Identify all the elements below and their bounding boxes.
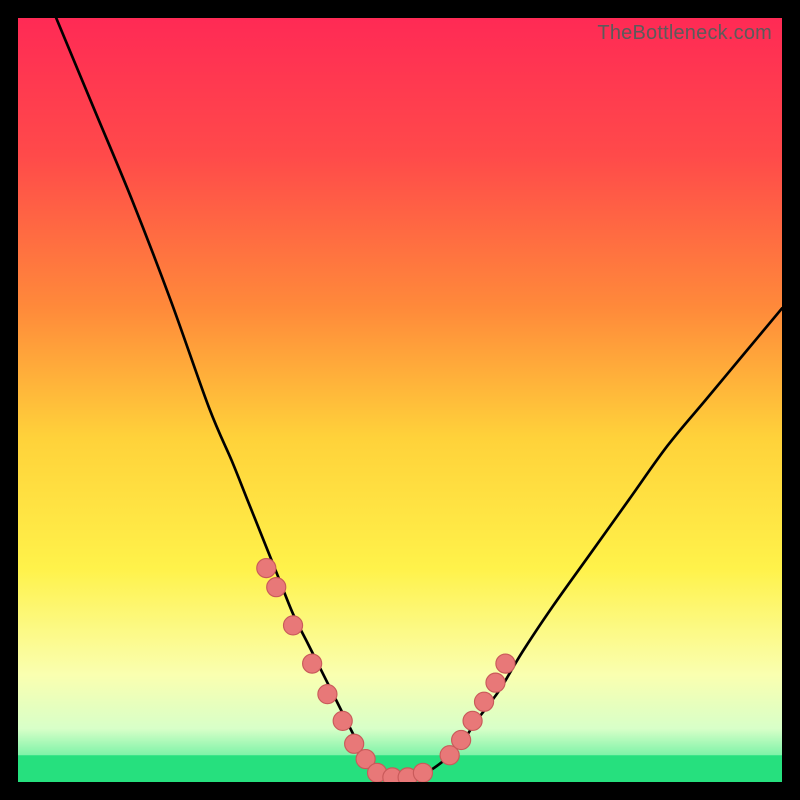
plot-area: [18, 18, 782, 782]
marker-dot: [474, 692, 493, 711]
chart-frame: TheBottleneck.com: [0, 0, 800, 800]
curve-layer: [18, 18, 782, 782]
watermark-text: TheBottleneck.com: [597, 22, 772, 45]
marker-dot: [452, 730, 471, 749]
marker-dot: [257, 559, 276, 578]
marker-dot: [303, 654, 322, 673]
marker-dot: [463, 711, 482, 730]
marker-dot: [267, 578, 286, 597]
highlighted-points: [257, 559, 515, 782]
marker-dot: [318, 685, 337, 704]
marker-dot: [486, 673, 505, 692]
bottleneck-curve: [56, 18, 782, 779]
marker-dot: [333, 711, 352, 730]
marker-dot: [496, 654, 515, 673]
marker-dot: [283, 616, 302, 635]
marker-dot: [413, 763, 432, 782]
